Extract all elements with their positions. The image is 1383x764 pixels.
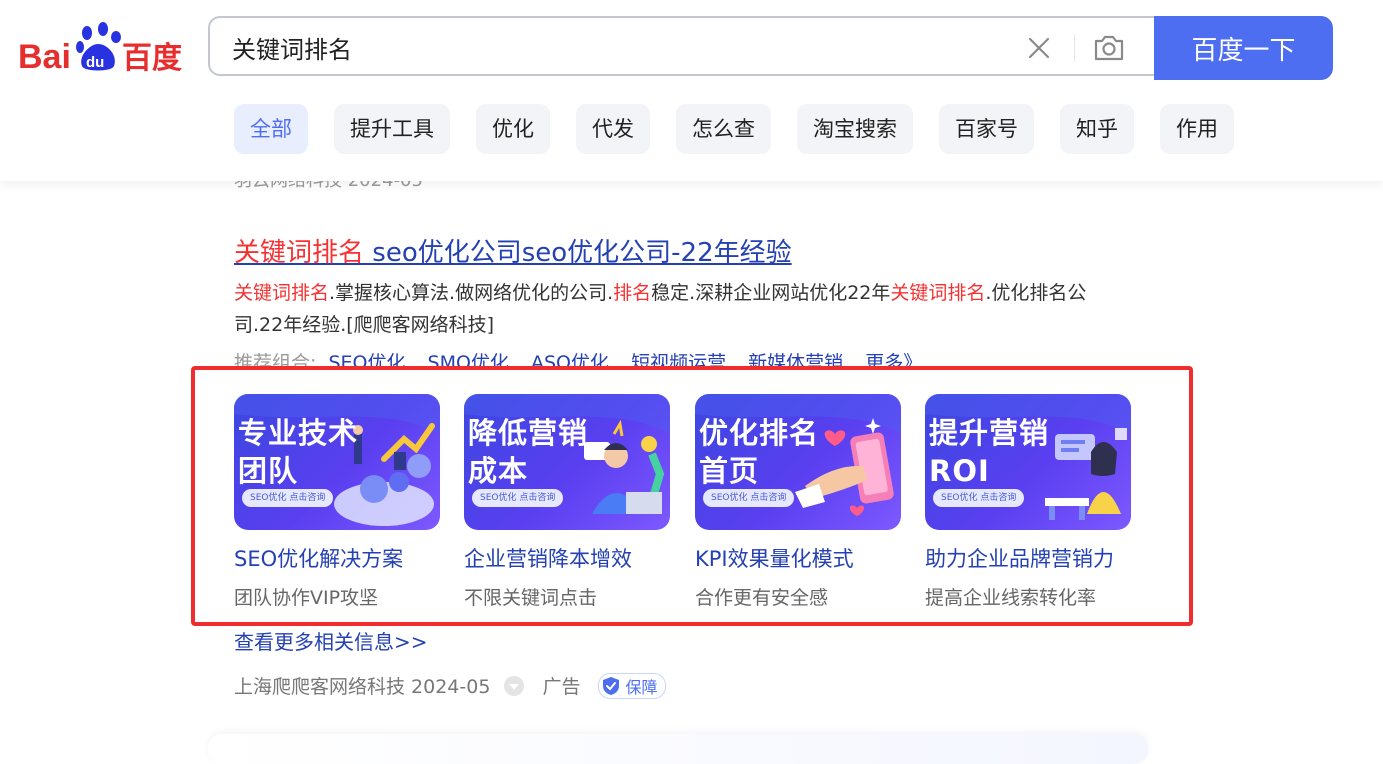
tab-zhihu[interactable]: 知乎 [1060,104,1134,154]
camera-icon[interactable] [1092,32,1126,64]
ad-card: 专业技术 团队 SEO优化 点击咨询 SEO优化解决方案 团队协作VIP攻坚 [234,394,440,610]
ad-label: 广告 [542,676,581,698]
title-text: seo优化公司seo优化公司-22年经验 [364,238,792,268]
ad-card: 提升营销 ROI SEO优化 点击咨询 助力企业品牌营销力 提高企业线索转化率 [925,394,1131,610]
ad-card: 优化排名 首页 SEO优化 点击咨询 KPI效果量化模式 合作更有安全感 [695,394,901,610]
recommend-link[interactable]: ASO优化 [531,352,609,370]
result-title-link[interactable]: 关键词排名 seo优化公司seo优化公司-22年经验 [234,232,792,269]
recommend-link[interactable]: SMO优化 [428,352,509,370]
recommend-more-link[interactable]: 更多》 [865,352,922,370]
ad-card: 降低营销 成本 SEO优化 点击咨询 企业营销降本增效 不限关键词点击 [464,394,670,610]
desc-text: 稳定.深耕企业网站优化22年 [651,282,891,304]
source-row: 上海爬爬客网络科技 2024-05 广告 保障 [234,672,667,699]
recommend-row: 推荐组合: SEO优化 SMO优化 ASO优化 短视频运营 新媒体营销 更多》 [234,348,932,370]
dropdown-icon[interactable] [504,675,525,696]
tab-all[interactable]: 全部 [234,104,308,154]
desc-highlight: 排名 [613,282,652,304]
source-name: 上海爬爬客网络科技 2024-05 [234,676,491,698]
search-button[interactable]: 百度一下 [1154,16,1333,80]
ad-card-pill: SEO优化 点击咨询 [703,489,795,507]
desc-text: .掌握核心算法.做网络优化的公司. [329,282,614,304]
badge-label: 保障 [625,677,658,697]
ad-card-pill: SEO优化 点击咨询 [933,489,1025,507]
ad-card-image[interactable]: 提升营销 ROI SEO优化 点击咨询 [925,394,1131,530]
recommend-label: 推荐组合: [234,352,317,370]
recommend-link[interactable]: SEO优化 [328,352,405,370]
search-tabs: 全部 提升工具 优化 代发 怎么查 淘宝搜索 百家号 知乎 作用 [234,104,1234,154]
svg-text:Bai: Bai [18,38,71,75]
ad-card-headline: 提升营销 ROI [929,416,1050,488]
ad-card-subtitle: 提高企业线索转化率 [925,587,1097,609]
ad-card-image[interactable]: 专业技术 团队 SEO优化 点击咨询 [234,394,440,530]
ad-card-image[interactable]: 降低营销 成本 SEO优化 点击咨询 [464,394,670,530]
more-info-link[interactable]: 查看更多相关信息>> [234,626,428,655]
desc-highlight: 关键词排名 [234,282,330,304]
header: Bai du 百度 百度一下 全部 提升工具 优化 代发 [0,0,1383,181]
tab-purpose[interactable]: 作用 [1160,104,1234,154]
search-box [208,16,1154,76]
guarantee-badge[interactable]: 保障 [598,672,667,699]
ad-card-subtitle: 团队协作VIP攻坚 [234,587,379,609]
ad-card-title[interactable]: 企业营销降本增效 [464,543,670,573]
next-result-card [208,734,1148,764]
svg-text:百度: 百度 [122,41,182,75]
baidu-logo[interactable]: Bai du 百度 [18,20,188,76]
ad-card-headline: 专业技术 团队 [238,416,359,488]
tab-agency[interactable]: 代发 [576,104,650,154]
tab-baijiahao[interactable]: 百家号 [939,104,1034,154]
ad-card-title[interactable]: SEO优化解决方案 [234,543,440,573]
tab-optimize[interactable]: 优化 [476,104,550,154]
recommend-link[interactable]: 新媒体营销 [748,352,843,370]
ad-card-headline: 优化排名 首页 [699,416,820,488]
ad-card-subtitle: 不限关键词点击 [464,587,598,609]
ad-card-pill: SEO优化 点击咨询 [242,489,334,507]
shield-check-icon [603,676,620,695]
ad-card-pill: SEO优化 点击咨询 [472,489,564,507]
tab-how-to-check[interactable]: 怎么查 [676,104,771,154]
ad-card-title[interactable]: 助力企业品牌营销力 [925,543,1131,573]
tab-taobao-search[interactable]: 淘宝搜索 [797,104,913,154]
result-description: 关键词排名.掌握核心算法.做网络优化的公司.排名稳定.深耕企业网站优化22年关键… [234,277,1134,341]
desc-highlight: 关键词排名 [890,282,986,304]
ad-cards: 专业技术 团队 SEO优化 点击咨询 SEO优化解决方案 团队协作VIP攻坚 降低… [234,394,1134,614]
tab-improve-tools[interactable]: 提升工具 [334,104,450,154]
search-input[interactable] [232,30,992,64]
ad-card-subtitle: 合作更有安全感 [695,587,829,609]
svg-text:du: du [86,54,104,71]
ad-card-title[interactable]: KPI效果量化模式 [695,543,901,573]
title-highlight: 关键词排名 [234,238,365,268]
ad-card-image[interactable]: 优化排名 首页 SEO优化 点击咨询 [695,394,901,530]
clear-icon[interactable] [1026,35,1052,61]
recommend-link[interactable]: 短视频运营 [631,352,726,370]
divider [1074,34,1075,62]
ad-card-headline: 降低营销 成本 [468,416,589,488]
